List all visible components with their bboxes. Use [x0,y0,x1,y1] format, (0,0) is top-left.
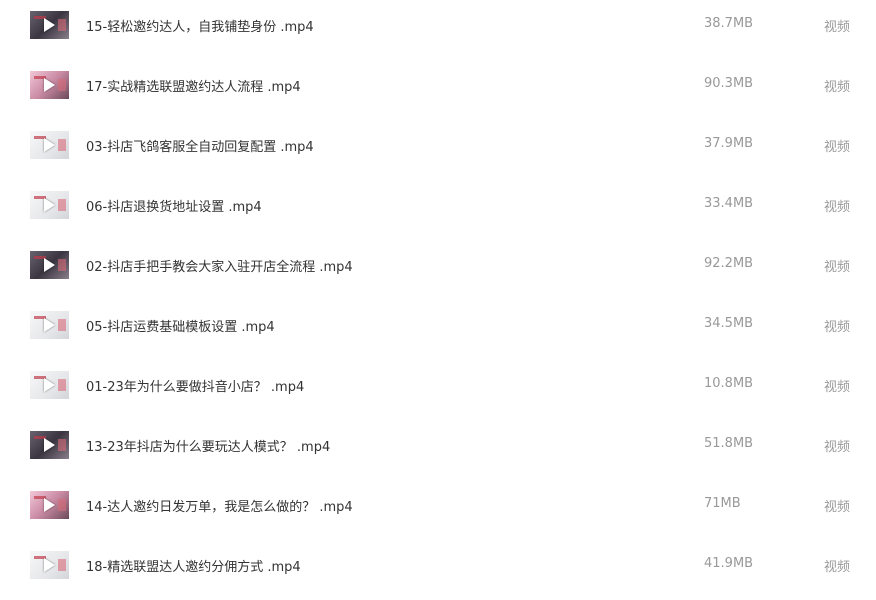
file-size: 90.3MB [704,76,754,91]
play-icon [44,18,55,32]
file-row[interactable]: 02-抖店手把手教会大家入驻开店全流程 .mp4 92.2MB 视频 [0,240,876,300]
file-name[interactable]: 13-23年抖店为什么要玩达人模式？ .mp4 [86,436,330,455]
file-row[interactable]: 15-轻松邀约达人，自我铺垫身份 .mp4 38.7MB 视频 [0,0,876,60]
file-row[interactable]: 05-抖店运费基础模板设置 .mp4 34.5MB 视频 [0,300,876,360]
play-icon [44,198,55,212]
file-row[interactable]: 17-实战精选联盟邀约达人流程 .mp4 90.3MB 视频 [0,60,876,120]
video-thumbnail[interactable] [30,311,69,339]
file-name[interactable]: 15-轻松邀约达人，自我铺垫身份 .mp4 [86,16,314,35]
file-size: 38.7MB [704,16,754,31]
file-size: 51.8MB [704,436,754,451]
file-row[interactable]: 01-23年为什么要做抖音小店？ .mp4 10.8MB 视频 [0,360,876,420]
file-size: 41.9MB [704,556,754,571]
play-icon [44,258,55,272]
video-thumbnail[interactable] [30,551,69,579]
video-thumbnail[interactable] [30,191,69,219]
file-type: 视频 [824,500,851,515]
play-icon [44,378,55,392]
video-thumbnail[interactable] [30,131,69,159]
file-type: 视频 [824,200,851,215]
video-thumbnail[interactable] [30,431,69,459]
file-size: 71MB [704,496,741,511]
file-list: 15-轻松邀约达人，自我铺垫身份 .mp4 38.7MB 视频 17-实战精选联… [0,0,876,591]
file-type: 视频 [824,320,851,335]
video-thumbnail[interactable] [30,251,69,279]
file-row[interactable]: 18-精选联盟达人邀约分佣方式 .mp4 41.9MB 视频 [0,540,876,600]
file-type: 视频 [824,260,851,275]
file-name[interactable]: 01-23年为什么要做抖音小店？ .mp4 [86,376,304,395]
file-type: 视频 [824,440,851,455]
play-icon [44,438,55,452]
file-row[interactable]: 03-抖店飞鸽客服全自动回复配置 .mp4 37.9MB 视频 [0,120,876,180]
file-row[interactable]: 13-23年抖店为什么要玩达人模式？ .mp4 51.8MB 视频 [0,420,876,480]
video-thumbnail[interactable] [30,371,69,399]
file-size: 34.5MB [704,316,754,331]
file-name[interactable]: 06-抖店退换货地址设置 .mp4 [86,196,262,215]
file-size: 37.9MB [704,136,754,151]
play-icon [44,318,55,332]
video-thumbnail[interactable] [30,491,69,519]
file-row[interactable]: 06-抖店退换货地址设置 .mp4 33.4MB 视频 [0,180,876,240]
play-icon [44,558,55,572]
video-thumbnail[interactable] [30,11,69,39]
video-thumbnail[interactable] [30,71,69,99]
play-icon [44,498,55,512]
file-name[interactable]: 14-达人邀约日发万单，我是怎么做的？ .mp4 [86,496,353,515]
file-size: 33.4MB [704,196,754,211]
file-type: 视频 [824,560,851,575]
file-name[interactable]: 18-精选联盟达人邀约分佣方式 .mp4 [86,556,301,575]
play-icon [44,138,55,152]
file-name[interactable]: 05-抖店运费基础模板设置 .mp4 [86,316,275,335]
file-name[interactable]: 02-抖店手把手教会大家入驻开店全流程 .mp4 [86,256,353,275]
file-size: 10.8MB [704,376,754,391]
file-row[interactable]: 14-达人邀约日发万单，我是怎么做的？ .mp4 71MB 视频 [0,480,876,540]
file-type: 视频 [824,20,851,35]
file-type: 视频 [824,140,851,155]
file-name[interactable]: 17-实战精选联盟邀约达人流程 .mp4 [86,76,301,95]
file-type: 视频 [824,380,851,395]
play-icon [44,78,55,92]
file-name[interactable]: 03-抖店飞鸽客服全自动回复配置 .mp4 [86,136,314,155]
file-type: 视频 [824,80,851,95]
file-size: 92.2MB [704,256,754,271]
